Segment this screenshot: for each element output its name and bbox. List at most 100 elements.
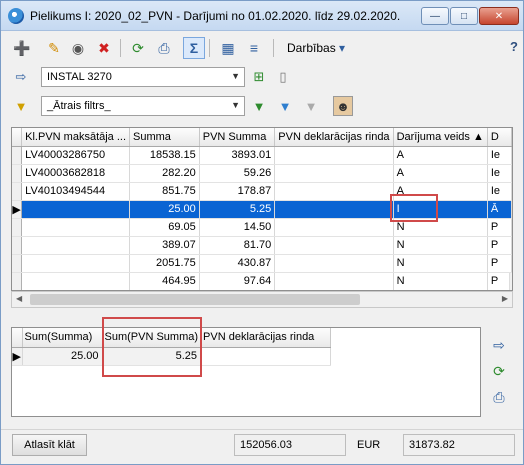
- cell-pvn-rinda[interactable]: [274, 254, 394, 273]
- add-list-icon[interactable]: ⊞: [249, 67, 269, 87]
- cell-kl-pvn[interactable]: [21, 272, 131, 290]
- cell-d[interactable]: P: [487, 236, 512, 255]
- view-icon[interactable]: ◉: [67, 37, 89, 59]
- minimize-button[interactable]: —: [421, 7, 449, 25]
- cell-darijuma-veids[interactable]: N: [393, 254, 488, 273]
- cell-pvn-summa[interactable]: 14.50: [199, 218, 276, 237]
- user-icon[interactable]: ☻: [333, 96, 353, 116]
- cell-kl-pvn[interactable]: [21, 218, 131, 237]
- filter-icon[interactable]: ▼: [11, 96, 31, 116]
- cell-pvn-summa[interactable]: 178.87: [199, 182, 276, 201]
- barcode-icon[interactable]: ▯: [273, 67, 293, 87]
- refresh-icon[interactable]: ⟳: [127, 37, 149, 59]
- cell-summa[interactable]: 2051.75: [129, 254, 200, 273]
- cell-pvn-summa[interactable]: 5.25: [199, 200, 276, 219]
- cell-pvn-rinda[interactable]: [274, 200, 394, 219]
- cell-darijuma-veids[interactable]: N: [393, 236, 488, 255]
- summary-cell-pvn-rinda[interactable]: [200, 347, 332, 366]
- cell-pvn-summa[interactable]: 59.26: [199, 164, 276, 183]
- grid-vertical-scrollbar[interactable]: [509, 273, 512, 290]
- cell-pvn-rinda[interactable]: [274, 272, 394, 290]
- cell-d[interactable]: Ie: [487, 146, 512, 165]
- cell-kl-pvn[interactable]: [21, 200, 131, 219]
- table-row[interactable]: 389.07 81.70 N P: [12, 236, 512, 255]
- cell-summa[interactable]: 282.20: [129, 164, 200, 183]
- grid-horizontal-scrollbar[interactable]: ◀ ▶: [11, 291, 513, 308]
- cell-summa[interactable]: 851.75: [129, 182, 200, 201]
- cell-summa[interactable]: 25.00: [129, 200, 200, 219]
- summary-cell-sum-pvn[interactable]: 5.25: [102, 347, 202, 366]
- add-icon[interactable]: ➕: [11, 37, 33, 59]
- filter-select[interactable]: _Ātrais filtrs_ ▼: [41, 96, 245, 116]
- select-add-button[interactable]: Atlasīt klāt: [12, 434, 87, 456]
- transfer-icon[interactable]: ⇨: [11, 67, 31, 87]
- cell-darijuma-veids[interactable]: I: [393, 200, 488, 219]
- cell-darijuma-veids[interactable]: A: [393, 182, 488, 201]
- cell-kl-pvn[interactable]: LV40103494544: [21, 182, 131, 201]
- print-icon[interactable]: ⎙: [488, 387, 510, 407]
- cell-pvn-summa[interactable]: 430.87: [199, 254, 276, 273]
- cell-d[interactable]: P: [487, 272, 512, 290]
- cell-summa[interactable]: 464.95: [129, 272, 200, 290]
- table-row[interactable]: LV40003286750 18538.15 3893.01 A Ie: [12, 146, 512, 165]
- cell-kl-pvn[interactable]: LV40003682818: [21, 164, 131, 183]
- cell-summa[interactable]: 18538.15: [129, 146, 200, 165]
- summary-header-sum-summa[interactable]: Sum(Summa): [22, 328, 103, 348]
- cell-pvn-rinda[interactable]: [274, 146, 394, 165]
- cell-kl-pvn[interactable]: LV40003286750: [21, 146, 131, 165]
- columns-icon[interactable]: ▦: [217, 37, 239, 59]
- cell-d[interactable]: Ie: [487, 164, 512, 183]
- cell-darijuma-veids[interactable]: N: [393, 272, 488, 290]
- cell-pvn-rinda[interactable]: [274, 218, 394, 237]
- transfer-icon[interactable]: ⇨: [488, 335, 510, 355]
- column-header-darijuma-veids[interactable]: Darījuma veids ▲: [393, 128, 488, 147]
- summary-header-sum-pvn[interactable]: Sum(PVN Summa): [102, 328, 202, 348]
- print-icon[interactable]: ⎙: [153, 37, 175, 59]
- scroll-left-icon[interactable]: ◀: [16, 294, 22, 303]
- cell-d[interactable]: Ie: [487, 182, 512, 201]
- table-row[interactable]: 464.95 97.64 N P: [12, 272, 512, 290]
- tree-icon[interactable]: ≡: [243, 37, 265, 59]
- cell-darijuma-veids[interactable]: N: [393, 218, 488, 237]
- actions-menu[interactable]: Darbības ▾: [287, 41, 345, 55]
- table-row[interactable]: LV40103494544 851.75 178.87 A Ie: [12, 182, 512, 201]
- column-header-pvn-rinda[interactable]: PVN deklarācijas rinda: [274, 128, 394, 147]
- cell-summa[interactable]: 389.07: [129, 236, 200, 255]
- add-filter-icon[interactable]: ▼: [249, 96, 269, 116]
- cell-pvn-summa[interactable]: 81.70: [199, 236, 276, 255]
- cell-kl-pvn[interactable]: [21, 236, 131, 255]
- cell-pvn-rinda[interactable]: [274, 182, 394, 201]
- table-row[interactable]: 2051.75 430.87 N P: [12, 254, 512, 273]
- cell-pvn-summa[interactable]: 97.64: [199, 272, 276, 290]
- help-icon[interactable]: ?: [510, 39, 518, 54]
- horizontal-scroll-thumb[interactable]: [30, 294, 360, 305]
- table-row-selected[interactable]: ▶ 25.00 5.25 I Ā: [12, 200, 512, 219]
- summary-header-pvn-rinda[interactable]: PVN deklarācijas rinda: [200, 328, 332, 348]
- cell-pvn-summa[interactable]: 3893.01: [199, 146, 276, 165]
- clear-filter-icon[interactable]: ▼: [301, 96, 321, 116]
- maximize-button[interactable]: □: [450, 7, 478, 25]
- cell-darijuma-veids[interactable]: A: [393, 164, 488, 183]
- column-header-pvn-summa[interactable]: PVN Summa: [199, 128, 276, 147]
- summary-row[interactable]: ▶ 25.00 5.25: [12, 347, 332, 366]
- cell-d[interactable]: P: [487, 254, 512, 273]
- cell-summa[interactable]: 69.05: [129, 218, 200, 237]
- summary-cell-sum-summa[interactable]: 25.00: [22, 347, 103, 366]
- table-row[interactable]: LV40003682818 282.20 59.26 A Ie: [12, 164, 512, 183]
- scroll-right-icon[interactable]: ▶: [502, 294, 508, 303]
- edit-filter-icon[interactable]: ▼: [275, 96, 295, 116]
- column-header-d[interactable]: D: [487, 128, 512, 147]
- edit-icon[interactable]: ✎: [43, 37, 65, 59]
- cell-pvn-rinda[interactable]: [274, 236, 394, 255]
- column-header-kl-pvn[interactable]: Kl.PVN maksātāja ...: [21, 128, 131, 147]
- cell-pvn-rinda[interactable]: [274, 164, 394, 183]
- partner-select[interactable]: INSTAL 3270 ▼: [41, 67, 245, 87]
- close-button[interactable]: ✕: [479, 7, 519, 25]
- refresh-icon[interactable]: ⟳: [488, 361, 510, 381]
- cell-kl-pvn[interactable]: [21, 254, 131, 273]
- cell-d[interactable]: P: [487, 218, 512, 237]
- column-header-summa[interactable]: Summa: [129, 128, 200, 147]
- delete-icon[interactable]: ✖: [93, 37, 115, 59]
- table-row[interactable]: 69.05 14.50 N P: [12, 218, 512, 237]
- cell-d[interactable]: Ā: [487, 200, 512, 219]
